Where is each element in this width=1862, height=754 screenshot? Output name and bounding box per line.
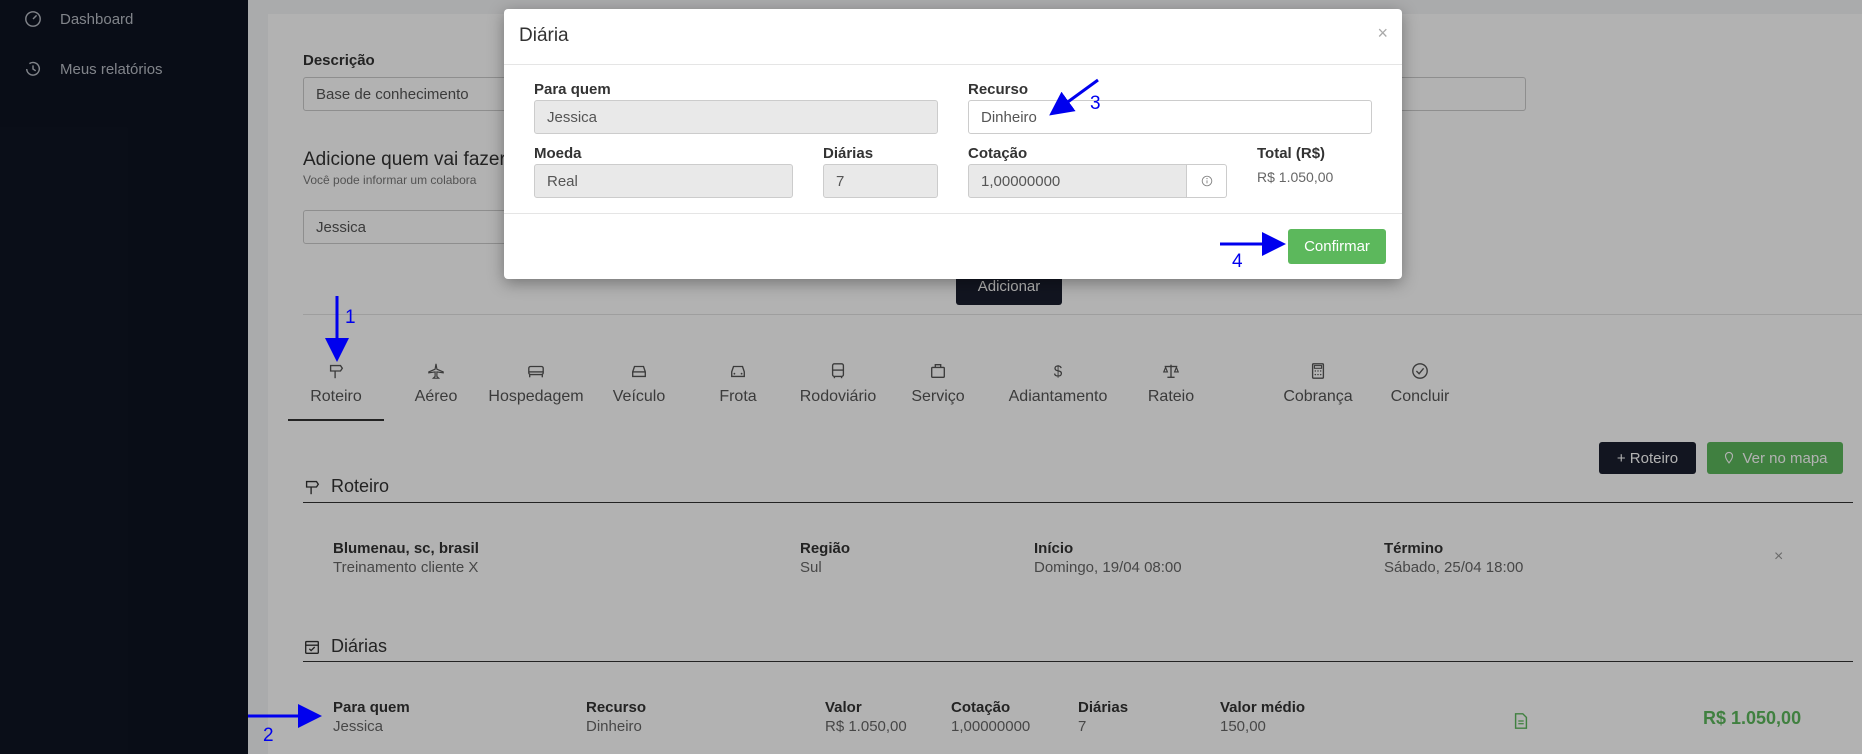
modal-diarias-input[interactable]: 7 [823, 164, 938, 198]
annotation-number-2: 2 [263, 725, 274, 746]
modal-para-quem-label: Para quem [534, 81, 611, 98]
annotation-number-3: 3 [1090, 93, 1101, 114]
annotation-number-1: 1 [345, 307, 356, 328]
diaria-modal: Diária × Para quem Jessica Recurso Dinhe… [504, 9, 1402, 279]
close-icon[interactable]: × [1377, 23, 1388, 44]
modal-recurso-input[interactable]: Dinheiro [968, 100, 1372, 134]
modal-cotacao-input[interactable]: 1,00000000 [968, 164, 1187, 198]
modal-moeda-select[interactable]: Real [534, 164, 793, 198]
modal-diarias-label: Diárias [823, 145, 874, 162]
modal-total-value: R$ 1.050,00 [1257, 169, 1334, 185]
annotation-number-4: 4 [1232, 251, 1243, 272]
modal-footer-divider [504, 213, 1402, 214]
modal-para-quem-input[interactable]: Jessica [534, 100, 938, 134]
cotacao-info-button[interactable] [1187, 164, 1227, 198]
modal-moeda-label: Moeda [534, 145, 582, 162]
modal-cotacao-label: Cotação [968, 145, 1028, 162]
modal-total-label: Total (R$) [1257, 145, 1326, 162]
modal-recurso-label: Recurso [968, 81, 1029, 98]
modal-title: Diária [519, 25, 569, 46]
modal-header: Diária × [504, 9, 1402, 65]
confirm-button[interactable]: Confirmar [1288, 229, 1386, 264]
info-icon [1201, 175, 1212, 187]
